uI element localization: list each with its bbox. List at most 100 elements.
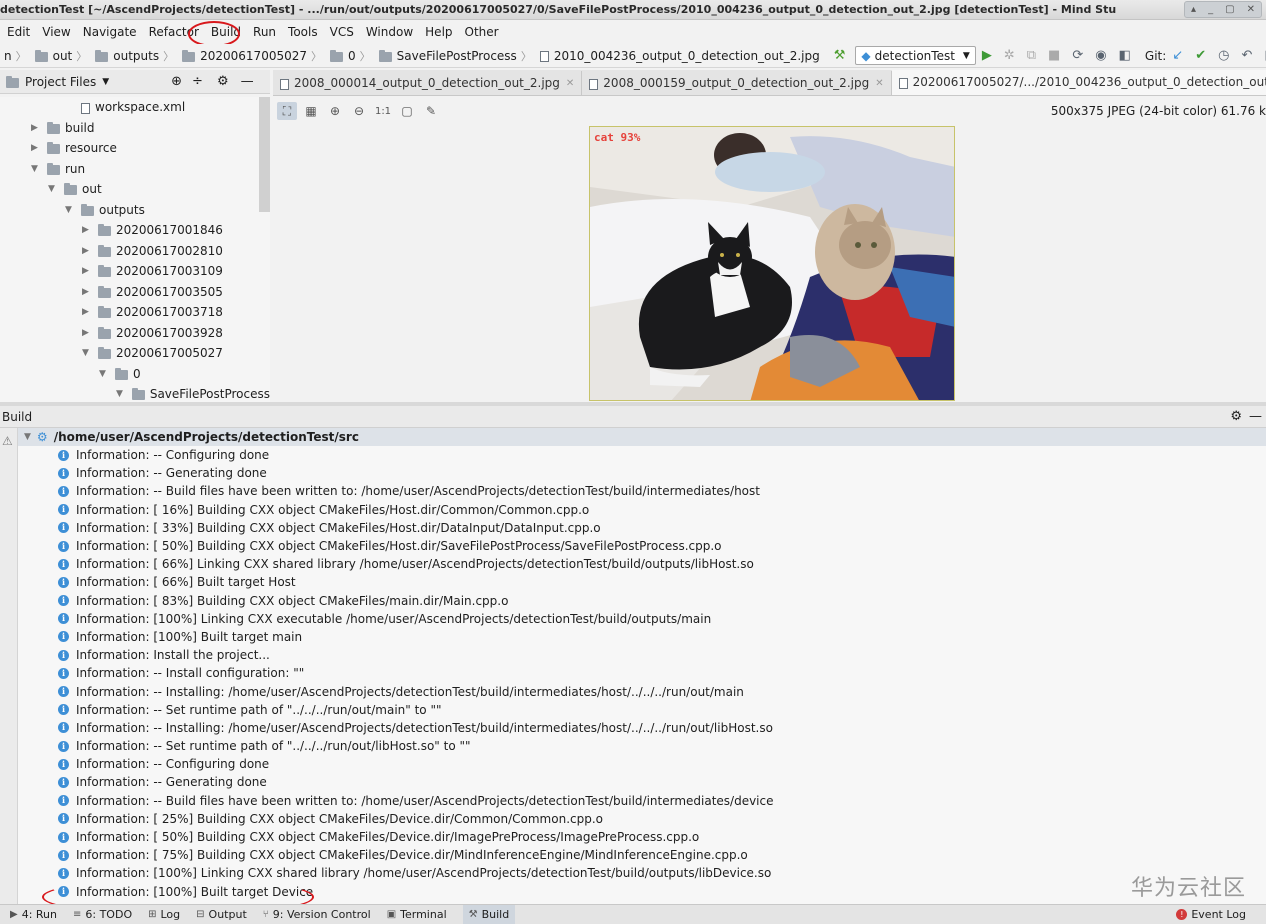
collapse-icon[interactable]: ÷ <box>192 74 203 89</box>
tree-item[interactable]: ▶ 20200617003718 <box>0 302 270 323</box>
build-log-line[interactable]: i Information: [ 66%] Linking CXX shared … <box>18 555 1266 573</box>
git-update-icon[interactable]: ↙ <box>1172 48 1183 63</box>
chevron-right-icon[interactable]: ▶ <box>82 225 92 235</box>
maximize-icon[interactable]: ▢ <box>1225 4 1234 15</box>
menu-window[interactable]: Window <box>366 25 413 39</box>
editor-tab[interactable]: 2008_000014_output_0_detection_out_2.jpg… <box>273 71 583 95</box>
event-log-button[interactable]: ! Event Log <box>1176 908 1246 921</box>
git-commit-icon[interactable]: ✔ <box>1195 48 1206 63</box>
tree-item[interactable]: ▶ 20200617001846 <box>0 220 270 241</box>
fit-icon[interactable]: ⛶ <box>277 102 297 120</box>
tree-item[interactable]: ▼ out <box>0 179 270 200</box>
zoom-in-icon[interactable]: ⊕ <box>325 102 345 120</box>
chevron-down-icon[interactable]: ▼ <box>116 389 126 399</box>
breadcrumb-item[interactable]: 2010_004236_output_0_detection_out_2.jpg <box>539 49 820 63</box>
chevron-down-icon[interactable]: ▼ <box>48 184 58 194</box>
gear-icon[interactable]: ⚙ <box>1230 409 1242 424</box>
tree-item[interactable]: ▶ 20200617003505 <box>0 282 270 303</box>
build-root-node[interactable]: ▼ ⚙ /home/user/AscendProjects/detectionT… <box>18 428 1266 446</box>
build-log-line[interactable]: i Information: -- Generating done <box>18 773 1266 791</box>
tree-item[interactable]: ▶ 20200617002810 <box>0 241 270 262</box>
stop-icon[interactable]: ■ <box>1048 48 1060 63</box>
git-revert-icon[interactable]: ↶ <box>1241 48 1252 63</box>
build-log-line[interactable]: i Information: -- Set runtime path of "..… <box>18 737 1266 755</box>
build-log-line[interactable]: i Information: [ 66%] Built target Host <box>18 573 1266 591</box>
git-history-icon[interactable]: ◷ <box>1218 48 1229 63</box>
tool-window-terminal[interactable]: ▣ Terminal <box>387 908 447 921</box>
chevron-right-icon[interactable]: ▶ <box>31 123 41 133</box>
chevron-down-icon[interactable]: ▼ <box>102 77 109 87</box>
zoom-out-icon[interactable]: ⊖ <box>349 102 369 120</box>
chevron-down-icon[interactable]: ▼ <box>24 432 31 442</box>
build-log-line[interactable]: i Information: -- Configuring done <box>18 446 1266 464</box>
chevron-down-icon[interactable]: ▼ <box>82 348 92 358</box>
build-log-line[interactable]: i Information: -- Generating done <box>18 464 1266 482</box>
tool-window-build[interactable]: ⚒ Build <box>462 905 516 924</box>
chevron-right-icon[interactable]: ▶ <box>31 143 41 153</box>
chevron-down-icon[interactable]: ▼ <box>31 164 41 174</box>
close-tab-icon[interactable]: ✕ <box>566 78 574 89</box>
gear-icon[interactable]: ⚙ <box>217 74 229 89</box>
build-log-line[interactable]: i Information: [100%] Built target main <box>18 628 1266 646</box>
build-log-line[interactable]: i Information: -- Installing: /home/user/… <box>18 682 1266 700</box>
chevron-right-icon[interactable]: ▶ <box>82 307 92 317</box>
hide-icon[interactable]: — <box>1249 409 1262 424</box>
breadcrumb-item[interactable]: out 〉 <box>34 48 92 64</box>
menu-edit[interactable]: Edit <box>7 25 30 39</box>
build-log-line[interactable]: i Information: [ 83%] Building CXX object… <box>18 592 1266 610</box>
close-icon[interactable]: ✕ <box>1247 4 1255 15</box>
close-tab-icon[interactable]: ✕ <box>875 78 883 89</box>
build-log-line[interactable]: i Information: [ 33%] Building CXX object… <box>18 519 1266 537</box>
tree-item[interactable]: ▶ 20200617003109 <box>0 261 270 282</box>
coverage-icon[interactable]: ⧉ <box>1027 48 1036 63</box>
chevron-right-icon[interactable]: ▶ <box>82 328 92 338</box>
breadcrumb-item[interactable]: outputs 〉 <box>95 48 178 64</box>
chevron-right-icon[interactable]: ▶ <box>82 246 92 256</box>
minimize-icon[interactable]: _ <box>1208 4 1213 15</box>
background-icon[interactable]: ▢ <box>397 102 417 120</box>
build-log-line[interactable]: i Information: -- Build files have been w… <box>18 792 1266 810</box>
tree-item[interactable]: ▼ 20200617005027 <box>0 343 270 364</box>
editor-tab[interactable]: 2008_000159_output_0_detection_out_2.jpg… <box>582 71 892 95</box>
build-log-line[interactable]: i Information: [ 25%] Building CXX object… <box>18 810 1266 828</box>
chevron-down-icon[interactable]: ▼ <box>99 369 109 379</box>
build-log-line[interactable]: i Information: -- Configuring done <box>18 755 1266 773</box>
breadcrumb-item[interactable]: 0 〉 <box>330 48 375 64</box>
preview-icon[interactable]: ◉ <box>1095 48 1106 63</box>
menu-tools[interactable]: Tools <box>288 25 318 39</box>
sync-icon[interactable]: ⟳ <box>1072 48 1083 63</box>
build-log-line[interactable]: i Information: [100%] Linking CXX executa… <box>18 610 1266 628</box>
project-view-select[interactable]: Project Files <box>25 75 96 89</box>
tree-item[interactable]: ▶ resource <box>0 138 270 159</box>
breadcrumb-item[interactable]: SaveFilePostProcess 〉 <box>378 48 536 64</box>
run-configuration-select[interactable]: ◆ detectionTest ▼ <box>855 46 976 65</box>
build-log-line[interactable]: i Information: -- Install configuration: … <box>18 664 1266 682</box>
menu-navigate[interactable]: Navigate <box>83 25 137 39</box>
build-log-line[interactable]: i Information: Install the project... <box>18 646 1266 664</box>
build-hammer-icon[interactable]: ⚒ <box>834 48 846 63</box>
build-log-line[interactable]: i Information: [ 16%] Building CXX object… <box>18 501 1266 519</box>
breadcrumb-item[interactable]: 20200617005027 〉 <box>182 48 326 64</box>
color-picker-icon[interactable]: ✎ <box>421 102 441 120</box>
tool-window-output[interactable]: ⊟ Output <box>196 908 247 921</box>
tool-window-9-version-control[interactable]: ⑂ 9: Version Control <box>263 908 371 921</box>
tree-item[interactable]: ▶ 20200617003928 <box>0 323 270 344</box>
tool-window-6-todo[interactable]: ≡ 6: TODO <box>73 908 132 921</box>
menu-run[interactable]: Run <box>253 25 276 39</box>
breadcrumb-item[interactable]: n 〉 <box>4 48 31 64</box>
tree-item[interactable]: ▶ build <box>0 118 270 139</box>
chevron-right-icon[interactable]: ▶ <box>82 266 92 276</box>
build-log-line[interactable]: i Information: [ 75%] Building CXX object… <box>18 846 1266 864</box>
warning-icon[interactable]: ⚠ <box>2 434 13 448</box>
layout-icon[interactable]: ◧ <box>1119 48 1131 63</box>
build-log-line[interactable]: i Information: [ 50%] Building CXX object… <box>18 537 1266 555</box>
chevron-right-icon[interactable]: ▶ <box>82 287 92 297</box>
tree-item[interactable]: ▼ run <box>0 159 270 180</box>
menu-help[interactable]: Help <box>425 25 452 39</box>
actual-size-button[interactable]: 1:1 <box>373 102 393 120</box>
debug-icon[interactable]: ✲ <box>1004 48 1015 63</box>
build-log-line[interactable]: i Information: -- Build files have been w… <box>18 482 1266 500</box>
menu-view[interactable]: View <box>42 25 70 39</box>
editor-tab[interactable]: 20200617005027/.../2010_004236_output_0_… <box>891 70 1266 95</box>
tree-item[interactable]: ▼ outputs <box>0 200 270 221</box>
